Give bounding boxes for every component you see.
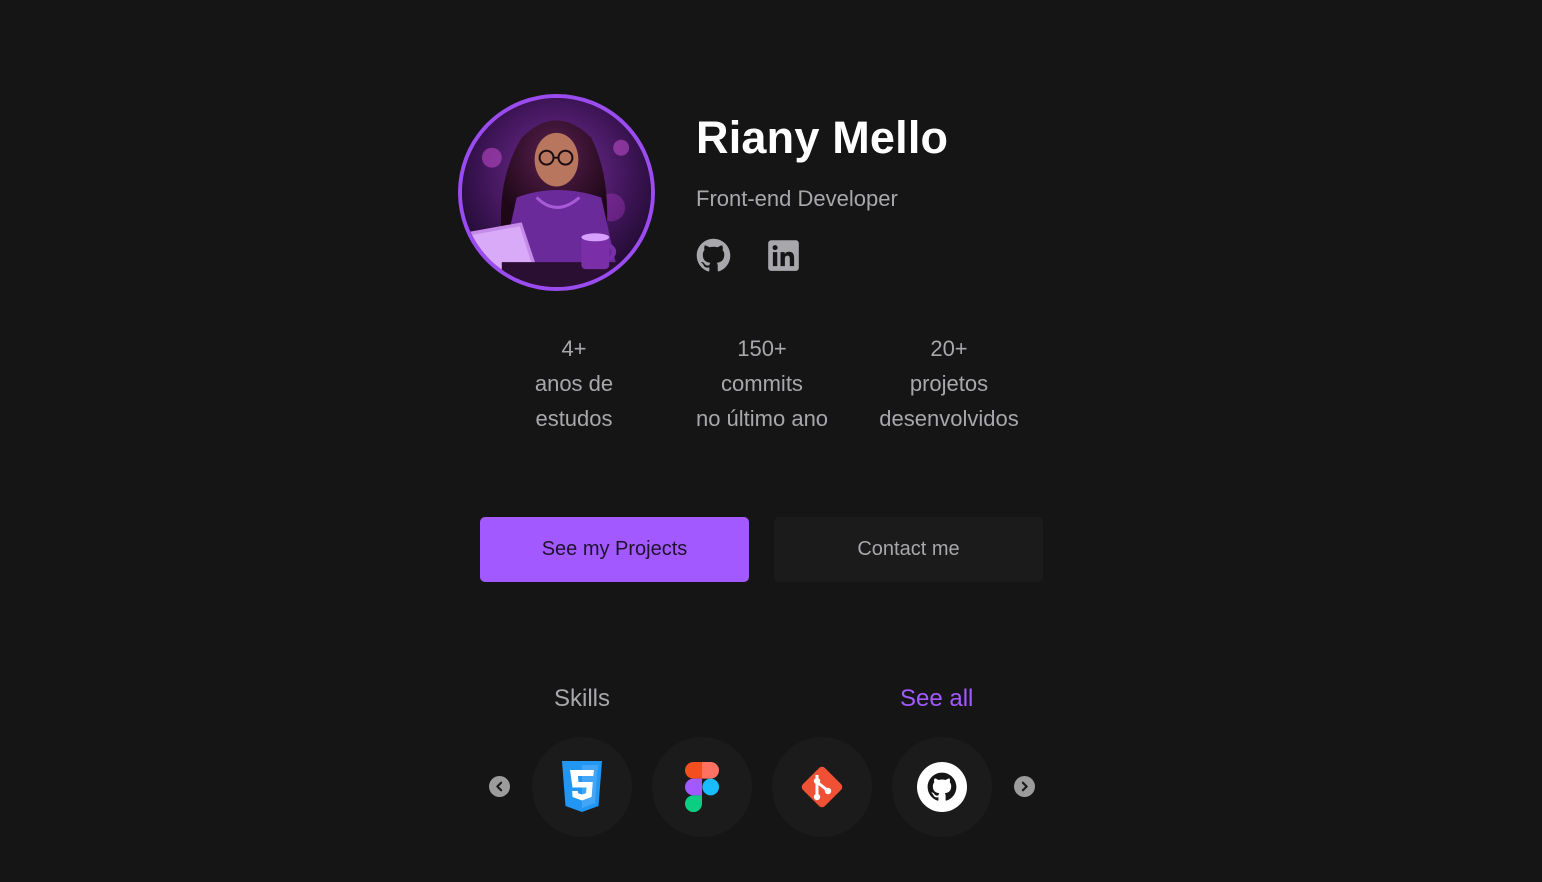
see-all-link[interactable]: See all	[900, 685, 973, 713]
skills-heading: Skills	[554, 685, 611, 712]
stat-label-line: no último ano	[695, 406, 829, 431]
github-icon	[696, 238, 731, 272]
stat-value: 4+	[561, 336, 587, 361]
profile-name: Riany Mello	[696, 112, 949, 163]
stat-value: 20+	[930, 336, 968, 361]
skill-item-github[interactable]	[892, 737, 992, 837]
stat-years: 4+ anos de estudos	[535, 331, 613, 436]
stat-label-line: desenvolvidos	[879, 406, 1019, 431]
developer-avatar-illustration	[462, 98, 651, 287]
chevron-right-icon	[1021, 781, 1028, 792]
figma-icon	[685, 762, 719, 812]
stat-label-line: estudos	[535, 406, 613, 431]
contact-me-button[interactable]: Contact me	[774, 517, 1043, 582]
stats-section: 4+ anos de estudos 150+ commits no últim…	[0, 331, 1542, 441]
see-projects-button[interactable]: See my Projects	[480, 517, 749, 582]
github-icon	[917, 762, 967, 812]
profile-avatar	[458, 94, 655, 291]
stat-value: 150+	[737, 336, 787, 361]
portfolio-page: Riany Mello Front-end Developer 4+ anos …	[0, 0, 1542, 882]
stat-projects: 20+ projetos desenvolvidos	[879, 331, 1018, 436]
github-link[interactable]	[696, 238, 731, 273]
skill-item-css[interactable]	[532, 737, 632, 837]
profile-role: Front-end Developer	[696, 186, 898, 211]
css3-icon	[562, 761, 602, 812]
git-icon	[801, 766, 843, 808]
carousel-next-button[interactable]	[1014, 776, 1035, 797]
stat-commits: 150+ commits no último ano	[696, 331, 828, 436]
skill-item-figma[interactable]	[652, 737, 752, 837]
stat-label-line: projetos	[909, 371, 989, 396]
linkedin-icon	[768, 240, 799, 271]
stat-label-line: anos de	[534, 371, 614, 396]
carousel-prev-button[interactable]	[489, 776, 510, 797]
skill-item-git[interactable]	[772, 737, 872, 837]
social-links	[696, 238, 801, 273]
stat-label-line: commits	[721, 371, 803, 396]
linkedin-link[interactable]	[766, 238, 801, 273]
chevron-left-icon	[496, 781, 503, 792]
